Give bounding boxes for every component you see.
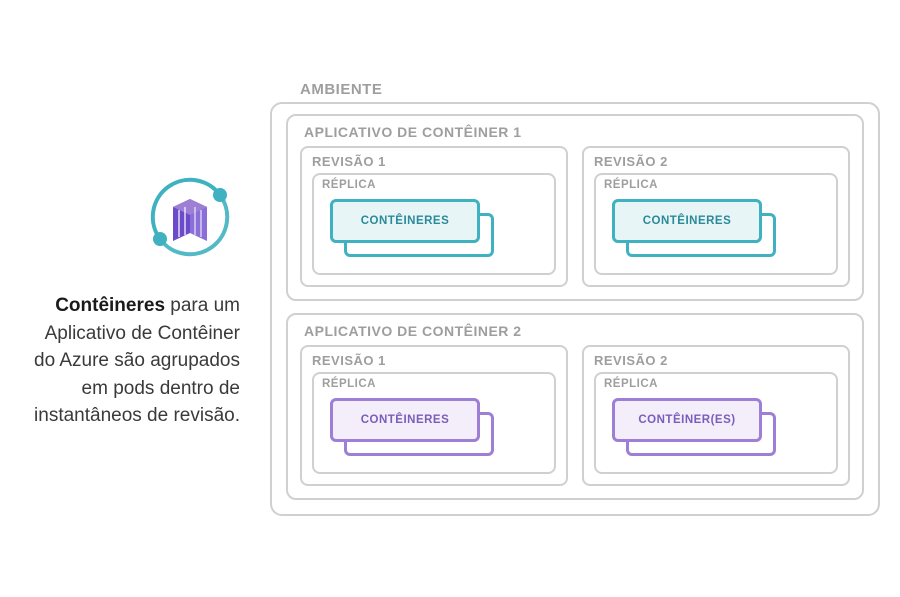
left-panel: Contêineres para um Aplicativo de Contêi… xyxy=(0,147,270,450)
diagram-layout: Contêineres para um Aplicativo de Contêi… xyxy=(0,0,900,597)
replica-header: RÉPLICA xyxy=(604,378,828,390)
app-header: APLICATIVO DE CONTÊINER 1 xyxy=(304,124,850,140)
revision-box: REVISÃO 1 RÉPLICA CONTÊINERES xyxy=(300,146,568,287)
revision-header: REVISÃO 2 xyxy=(594,154,838,169)
container-card: CONTÊINERES xyxy=(612,199,762,243)
environment-box: APLICATIVO DE CONTÊINER 1 REVISÃO 1 RÉPL… xyxy=(270,102,880,516)
azure-container-apps-icon xyxy=(20,167,240,267)
container-stack: CONTÊINERES xyxy=(322,199,546,261)
container-app-1: APLICATIVO DE CONTÊINER 1 REVISÃO 1 RÉPL… xyxy=(286,114,864,301)
caption-bold: Contêineres xyxy=(55,295,165,316)
revision-header: REVISÃO 1 xyxy=(312,353,556,368)
container-card: CONTÊINERES xyxy=(330,398,480,442)
revision-box: REVISÃO 1 RÉPLICA CONTÊINERES xyxy=(300,345,568,486)
replica-header: RÉPLICA xyxy=(322,179,546,191)
replica-box: RÉPLICA CONTÊINER(ES) xyxy=(594,372,838,474)
revision-box: REVISÃO 2 RÉPLICA CONTÊINER(ES) xyxy=(582,345,850,486)
environment-label: AMBIENTE xyxy=(300,81,880,98)
revisions-row: REVISÃO 1 RÉPLICA CONTÊINERES REVISÃO 2 xyxy=(300,345,850,486)
container-stack: CONTÊINER(ES) xyxy=(604,398,828,460)
container-card: CONTÊINER(ES) xyxy=(612,398,762,442)
replica-box: RÉPLICA CONTÊINERES xyxy=(312,372,556,474)
revision-header: REVISÃO 1 xyxy=(312,154,556,169)
replica-box: RÉPLICA CONTÊINERES xyxy=(312,173,556,275)
replica-header: RÉPLICA xyxy=(604,179,828,191)
replica-header: RÉPLICA xyxy=(322,378,546,390)
caption-text: Contêineres para um Aplicativo de Contêi… xyxy=(20,292,240,430)
container-stack: CONTÊINERES xyxy=(604,199,828,261)
container-stack: CONTÊINERES xyxy=(322,398,546,460)
revision-box: REVISÃO 2 RÉPLICA CONTÊINERES xyxy=(582,146,850,287)
replica-box: RÉPLICA CONTÊINERES xyxy=(594,173,838,275)
right-panel: AMBIENTE APLICATIVO DE CONTÊINER 1 REVIS… xyxy=(270,71,900,526)
container-card: CONTÊINERES xyxy=(330,199,480,243)
revision-header: REVISÃO 2 xyxy=(594,353,838,368)
app-header: APLICATIVO DE CONTÊINER 2 xyxy=(304,323,850,339)
container-app-2: APLICATIVO DE CONTÊINER 2 REVISÃO 1 RÉPL… xyxy=(286,313,864,500)
revisions-row: REVISÃO 1 RÉPLICA CONTÊINERES REVISÃO 2 xyxy=(300,146,850,287)
